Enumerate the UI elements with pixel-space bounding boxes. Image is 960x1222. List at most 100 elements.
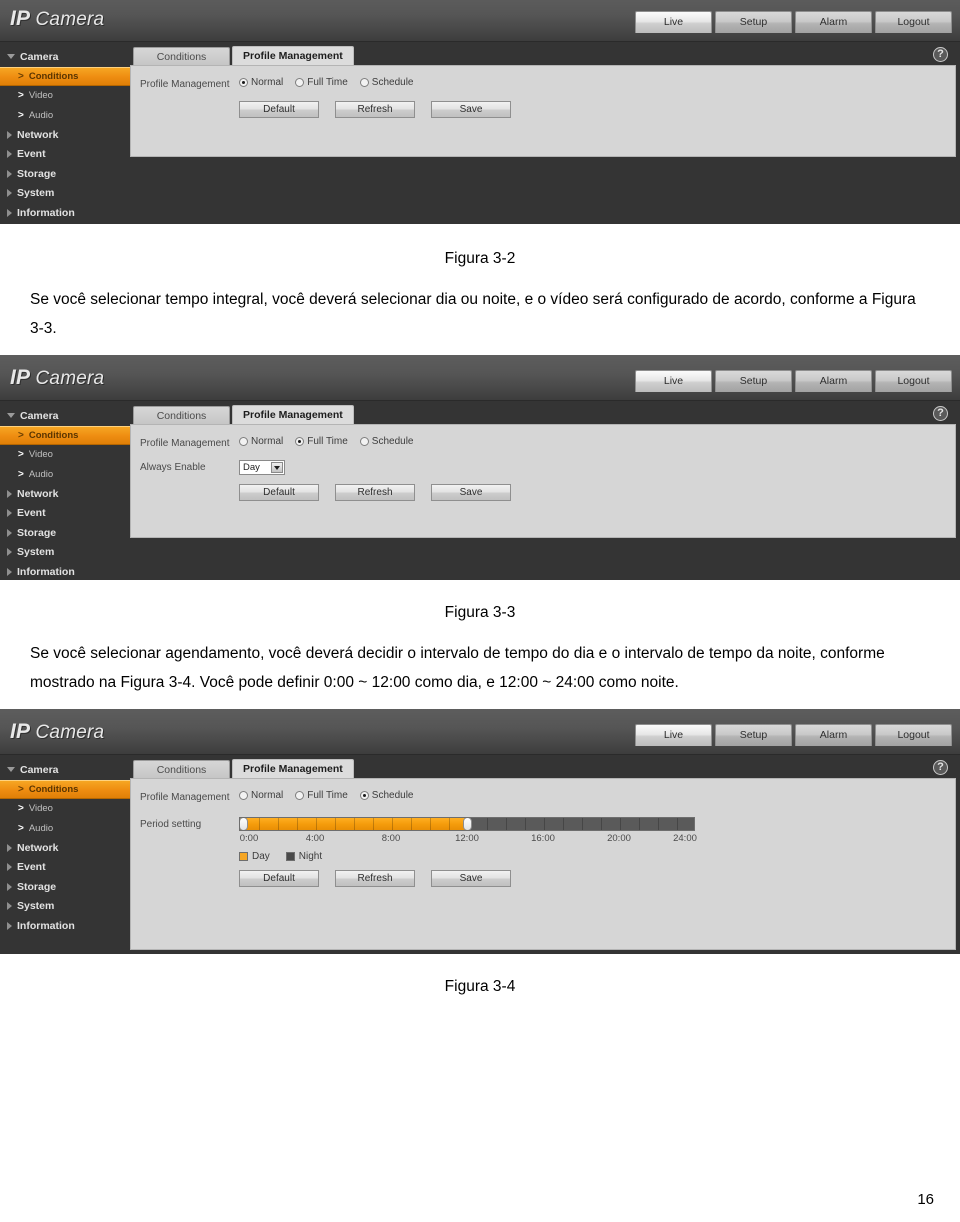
profile-management-label: Profile Management (140, 792, 230, 803)
caret-right-icon (7, 567, 12, 576)
radio-normal[interactable]: Normal (239, 77, 283, 88)
sidebar: Camera > Conditions > Video > Audio Network… (0, 42, 130, 223)
tab-bar: Conditions Profile Management ? (130, 45, 960, 65)
action-buttons: Default Refresh Save (131, 870, 955, 887)
sidebar-item-label: System (17, 900, 55, 913)
radio-normal[interactable]: Normal (239, 436, 283, 447)
radio-schedule[interactable]: Schedule (359, 77, 414, 88)
period-timeline[interactable] (239, 817, 695, 831)
sidebar-item-event[interactable]: Event (0, 145, 130, 165)
sidebar-item-label: Conditions (28, 70, 79, 82)
default-button[interactable]: Default (239, 101, 319, 118)
timeline-legend: Day Night (131, 851, 955, 862)
radio-full-time[interactable]: Full Time (295, 790, 348, 801)
chevron-right-icon: > (18, 449, 24, 461)
radio-dot-icon (359, 437, 369, 446)
profile-management-label: Profile Management (140, 79, 230, 90)
sidebar-item-camera[interactable]: Camera (0, 47, 130, 67)
nav-button-setup[interactable]: Setup (715, 723, 792, 746)
sidebar-item-camera[interactable]: Camera (0, 760, 130, 780)
sidebar-item-information[interactable]: Information (0, 562, 130, 580)
nav-button-alarm[interactable]: Alarm (795, 10, 872, 33)
sidebar-item-network[interactable]: Network (0, 484, 130, 504)
radio-label: Full Time (307, 790, 348, 801)
chevron-right-icon: > (18, 429, 24, 441)
sidebar-item-audio[interactable]: > Audio (0, 465, 130, 485)
help-icon[interactable]: ? (933, 406, 948, 421)
refresh-button[interactable]: Refresh (335, 870, 415, 887)
app-logo: IP Camera (10, 720, 104, 744)
sidebar-item-video[interactable]: > Video (0, 799, 130, 819)
radio-label: Normal (251, 436, 284, 447)
sidebar-item-audio[interactable]: > Audio (0, 106, 130, 126)
default-button[interactable]: Default (239, 484, 319, 501)
nav-button-live[interactable]: Live (635, 10, 712, 33)
sidebar-item-conditions[interactable]: > Conditions (0, 425, 130, 445)
sidebar-item-label: Video (28, 90, 53, 102)
sidebar-item-audio[interactable]: > Audio (0, 819, 130, 839)
radio-dot-icon (239, 437, 248, 446)
profile-management-label: Profile Management (140, 438, 230, 449)
default-button[interactable]: Default (239, 870, 319, 887)
nav-button-live[interactable]: Live (635, 369, 712, 392)
tab-conditions[interactable]: Conditions (133, 760, 230, 778)
sidebar-item-camera[interactable]: Camera (0, 406, 130, 426)
sidebar-item-label: Information (17, 919, 75, 932)
save-button[interactable]: Save (431, 101, 511, 118)
always-enable-select[interactable]: Day (239, 460, 285, 475)
settings-panel: Profile Management Normal Full Time Sche… (130, 778, 956, 950)
sidebar-item-event[interactable]: Event (0, 504, 130, 524)
nav-button-logout[interactable]: Logout (875, 369, 952, 392)
timeline-handle-end[interactable] (463, 818, 472, 830)
sidebar-item-storage[interactable]: Storage (0, 877, 130, 897)
nav-button-alarm[interactable]: Alarm (795, 369, 872, 392)
sidebar-item-system[interactable]: System (0, 543, 130, 563)
sidebar-item-information[interactable]: Information (0, 203, 130, 223)
profile-mode-radiogroup: Normal Full Time Schedule (239, 790, 414, 801)
sidebar-item-storage[interactable]: Storage (0, 523, 130, 543)
nav-button-setup[interactable]: Setup (715, 10, 792, 33)
tab-profile-management[interactable]: Profile Management (232, 759, 354, 778)
chevron-down-icon[interactable] (271, 462, 283, 473)
nav-button-live[interactable]: Live (635, 723, 712, 746)
timeline-tick-label: 20:00 (607, 833, 631, 844)
nav-button-alarm[interactable]: Alarm (795, 723, 872, 746)
save-button[interactable]: Save (431, 484, 511, 501)
radio-full-time[interactable]: Full Time (295, 436, 348, 447)
content-area: Conditions Profile Management ? Profile … (130, 755, 960, 950)
legend-night: Night (285, 851, 322, 862)
sidebar-item-label: Event (17, 507, 46, 520)
save-button[interactable]: Save (431, 870, 511, 887)
radio-schedule[interactable]: Schedule (359, 436, 414, 447)
nav-button-setup[interactable]: Setup (715, 369, 792, 392)
figure-3-3-caption: Figura 3-3 (444, 604, 516, 621)
sidebar-item-network[interactable]: Network (0, 125, 130, 145)
sidebar-item-event[interactable]: Event (0, 858, 130, 878)
refresh-button[interactable]: Refresh (335, 101, 415, 118)
help-icon[interactable]: ? (933, 760, 948, 775)
tab-conditions[interactable]: Conditions (133, 406, 230, 424)
sidebar-item-information[interactable]: Information (0, 916, 130, 936)
refresh-button[interactable]: Refresh (335, 484, 415, 501)
sidebar-item-video[interactable]: > Video (0, 86, 130, 106)
sidebar-item-conditions[interactable]: > Conditions (0, 779, 130, 799)
nav-button-logout[interactable]: Logout (875, 723, 952, 746)
nav-button-logout[interactable]: Logout (875, 10, 952, 33)
sidebar-item-system[interactable]: System (0, 897, 130, 917)
tab-profile-management[interactable]: Profile Management (232, 46, 354, 65)
sidebar-item-storage[interactable]: Storage (0, 164, 130, 184)
timeline-handle-start[interactable] (240, 818, 248, 830)
help-icon[interactable]: ? (933, 47, 948, 62)
tab-conditions[interactable]: Conditions (133, 47, 230, 65)
sidebar-item-video[interactable]: > Video (0, 445, 130, 465)
radio-schedule[interactable]: Schedule (359, 790, 414, 801)
tab-profile-management[interactable]: Profile Management (232, 405, 354, 424)
caret-right-icon (7, 489, 12, 498)
paragraph-2: Se você selecionar agendamento, você dev… (30, 645, 885, 691)
sidebar-item-system[interactable]: System (0, 184, 130, 204)
sidebar-item-conditions[interactable]: > Conditions (0, 66, 130, 86)
radio-full-time[interactable]: Full Time (295, 77, 348, 88)
chevron-right-icon: > (18, 90, 24, 102)
radio-normal[interactable]: Normal (239, 790, 283, 801)
sidebar-item-network[interactable]: Network (0, 838, 130, 858)
